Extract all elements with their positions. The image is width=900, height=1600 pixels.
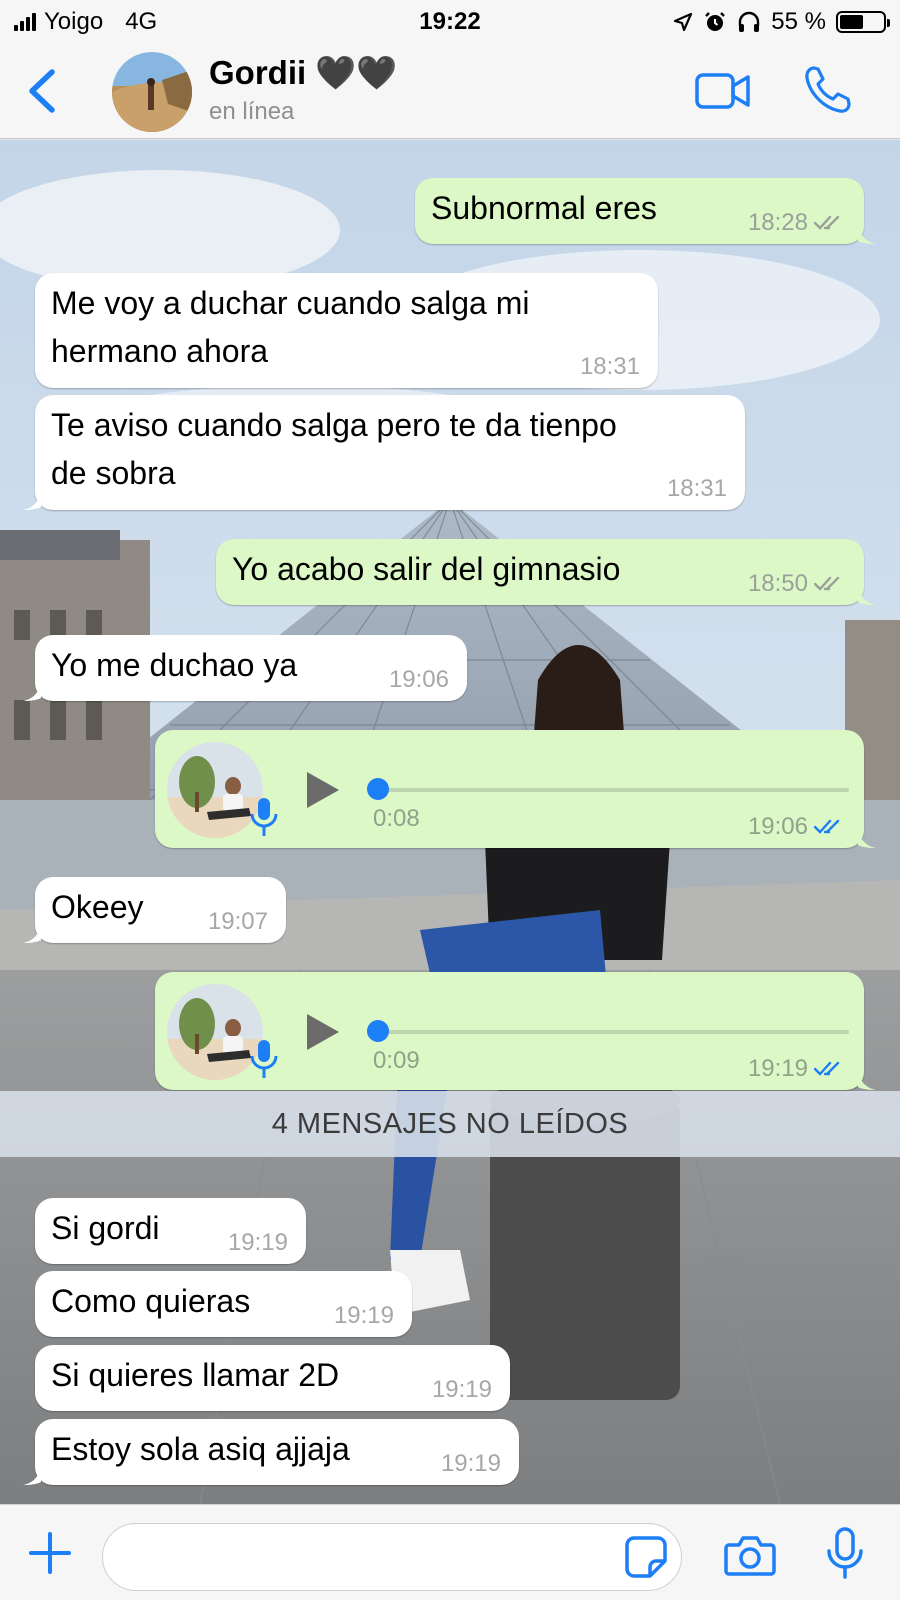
battery-level [840,15,864,29]
message-meta: 19:19 [748,1056,846,1082]
message-text: Okeey [51,889,144,925]
message-time: 19:06 [388,666,449,693]
message-line: Me voy a duchar cuando salga mi [51,285,530,321]
microphone-icon [250,1040,278,1078]
chat-area[interactable]: Subnormal eres 18:28 Me voy a duchar cua… [0,140,900,1504]
sticker-icon[interactable] [624,1535,668,1579]
message-bubble-incoming[interactable]: Me voy a duchar cuando salga mi hermano a… [35,273,658,388]
message-time: 19:19 [431,1376,492,1403]
message-input[interactable] [102,1523,682,1591]
voice-duration: 0:08 [373,805,420,832]
message-text: Subnormal eres [431,190,657,226]
message-meta: 19:06 [748,814,846,840]
message-meta: 18:31 [580,354,640,380]
double-check-blue-icon [814,819,840,834]
bubble-tail [23,923,41,943]
message-time: 19:19 [440,1450,501,1477]
play-icon[interactable] [305,1012,341,1052]
message-meta: 19:19 [334,1303,394,1329]
double-check-grey-icon [814,576,840,591]
bubble-tail [858,1070,876,1090]
message-bubble-incoming[interactable]: Okeey 19:07 [23,877,286,943]
message-meta: 19:19 [432,1377,492,1403]
message-meta: 19:19 [441,1451,501,1477]
bubble-tail [23,490,41,510]
message-time: 19:19 [333,1302,394,1329]
message-text: Yo acabo salir del gimnasio [232,551,621,587]
message-meta: 19:19 [228,1230,288,1256]
message-bubble-incoming[interactable]: Estoy sola asiq ajjaja 19:19 [23,1419,519,1485]
bubble-tail [23,1465,41,1485]
message-text: Te aviso cuando salga pero te da tienpo d… [51,401,617,497]
bubble-tail [858,224,876,244]
message-text: Estoy sola asiq ajjaja [51,1431,350,1467]
message-text: Si gordi [51,1210,160,1246]
voice-message-outgoing[interactable]: 0:08 19:06 [155,730,876,848]
message-time: 18:28 [747,209,808,236]
message-meta: 19:07 [208,909,268,935]
voice-progress-track[interactable] [379,788,849,792]
message-bubble-outgoing[interactable]: Yo acabo salir del gimnasio 18:50 [216,539,876,605]
plus-icon[interactable] [28,1531,72,1575]
video-camera-icon[interactable] [694,68,752,114]
message-meta: 18:50 [748,571,846,597]
message-meta: 18:31 [667,476,727,502]
microphone-icon[interactable] [826,1527,864,1579]
bubble-tail [858,585,876,605]
contact-avatar[interactable] [112,52,192,132]
message-text: Me voy a duchar cuando salga mi hermano a… [51,279,529,375]
bubble-tail [858,828,876,848]
voice-message-outgoing[interactable]: 0:09 19:19 [155,972,876,1090]
battery-icon [836,11,890,33]
message-text: Yo me duchao ya [51,647,298,683]
voice-progress-knob[interactable] [367,778,389,800]
message-line: hermano ahora [51,333,269,369]
message-time: 18:31 [666,475,727,502]
battery-percent: 55 % [771,8,826,35]
message-time: 19:06 [747,813,808,840]
message-line: de sobra [51,455,176,491]
microphone-icon [250,798,278,836]
message-meta: 18:28 [748,210,846,236]
message-bubble-incoming[interactable]: Te aviso cuando salga pero te da tienpo d… [23,395,745,510]
play-icon[interactable] [305,770,341,810]
alarm-clock-icon [705,12,726,31]
unread-messages-divider: 4 MENSAJES NO LEÍDOS [0,1091,900,1157]
message-bubble-incoming[interactable]: Como quieras 19:19 [35,1271,412,1337]
contact-status: en línea [209,98,295,125]
message-input-bar [0,1504,900,1600]
message-text: Si quieres llamar 2D [51,1357,340,1393]
chat-header: Gordii 🖤🖤 en línea [0,44,900,139]
bubble-tail [23,681,41,701]
camera-icon[interactable] [724,1533,776,1577]
message-time: 19:19 [227,1229,288,1256]
message-bubble-incoming[interactable]: Si gordi 19:19 [35,1198,306,1264]
message-time: 19:07 [207,908,268,935]
message-time: 18:50 [747,570,808,597]
headphones-icon [739,11,760,32]
message-bubble-incoming[interactable]: Yo me duchao ya 19:06 [23,635,467,701]
message-line: Te aviso cuando salga pero te da tienpo [51,407,617,443]
double-check-blue-icon [814,1061,840,1076]
voice-duration: 0:09 [373,1047,420,1074]
chevron-left-icon[interactable] [22,66,62,116]
phone-icon[interactable] [802,64,852,116]
status-right: 55 % [673,8,890,36]
location-arrow-icon [674,12,693,32]
voice-progress-track[interactable] [379,1030,849,1034]
voice-progress-knob[interactable] [367,1020,389,1042]
message-time: 19:19 [747,1055,808,1082]
message-time: 18:31 [579,353,640,380]
message-bubble-outgoing[interactable]: Subnormal eres 18:28 [415,178,876,244]
message-meta: 19:06 [389,667,449,693]
contact-name[interactable]: Gordii 🖤🖤 [209,54,398,93]
double-check-grey-icon [814,215,840,230]
status-bar: Yoigo 4G 19:22 55 % [0,0,900,44]
message-bubble-incoming[interactable]: Si quieres llamar 2D 19:19 [35,1345,510,1411]
message-text: Como quieras [51,1283,251,1319]
